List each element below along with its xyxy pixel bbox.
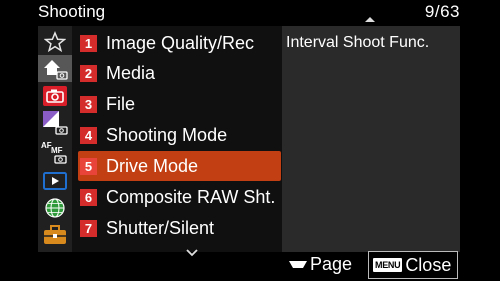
toolbox-icon[interactable] (38, 221, 72, 248)
page-indicator: 9/63 (424, 2, 460, 21)
play-icon[interactable] (38, 167, 72, 194)
menu-item-label: Drive Mode (106, 155, 199, 176)
item-number-badge: 6 (80, 188, 97, 206)
menu-item-media[interactable]: 2 Media (78, 58, 281, 88)
item-number-badge: 1 (80, 34, 97, 52)
menu-button-icon: MENU (373, 258, 403, 272)
menu-title: Shooting (38, 2, 106, 21)
detail-text: Interval Shoot Func. (286, 34, 430, 51)
menu-item-shooting-mode[interactable]: 4 Shooting Mode (78, 120, 281, 150)
page-dial-icon (289, 260, 307, 268)
top-bar: Shooting 9/63 (0, 0, 500, 24)
menu-item-label: Image Quality/Rec (106, 32, 255, 53)
item-number-badge: 3 (80, 95, 97, 113)
menu-item-label: Shooting Mode (106, 124, 228, 145)
menu-item-composite-raw-sht[interactable]: 6 Composite RAW Sht. (78, 182, 281, 212)
item-number-badge: 7 (80, 219, 97, 237)
menu-item-drive-mode[interactable]: 5 Drive Mode (78, 151, 281, 181)
close-label: Close (405, 254, 452, 275)
page-hint[interactable]: Page (288, 254, 352, 275)
svg-text:MF: MF (51, 146, 63, 155)
item-number-badge: 5 (80, 157, 97, 175)
page-hint-label: Page (310, 254, 353, 274)
exposure-camera-icon[interactable] (38, 109, 72, 136)
item-number-badge: 2 (80, 64, 97, 82)
menu-item-file[interactable]: 3 File (78, 89, 281, 119)
menu-item-shutter-silent[interactable]: 7 Shutter/Silent (78, 213, 281, 243)
menu-item-label: Media (106, 62, 156, 83)
category-sidebar: AF MF (38, 26, 72, 252)
menu-item-label: Shutter/Silent (106, 217, 215, 238)
menu-item-label: Composite RAW Sht. (106, 186, 276, 207)
detail-panel (282, 26, 460, 252)
menu-item-image-quality-rec[interactable]: 1 Image Quality/Rec (78, 28, 281, 58)
item-number-badge: 4 (80, 126, 97, 144)
close-button[interactable]: MENU Close (368, 251, 458, 279)
globe-icon[interactable] (38, 194, 72, 221)
scroll-up-arrow-icon[interactable] (365, 17, 375, 22)
menu-item-label: File (106, 93, 136, 114)
scroll-down-arrow-icon[interactable] (186, 244, 198, 262)
home-camera-icon[interactable] (38, 55, 72, 82)
camera-icon[interactable] (38, 82, 72, 109)
af-mf-icon[interactable]: AF MF (38, 138, 72, 165)
star-icon[interactable] (38, 28, 72, 55)
